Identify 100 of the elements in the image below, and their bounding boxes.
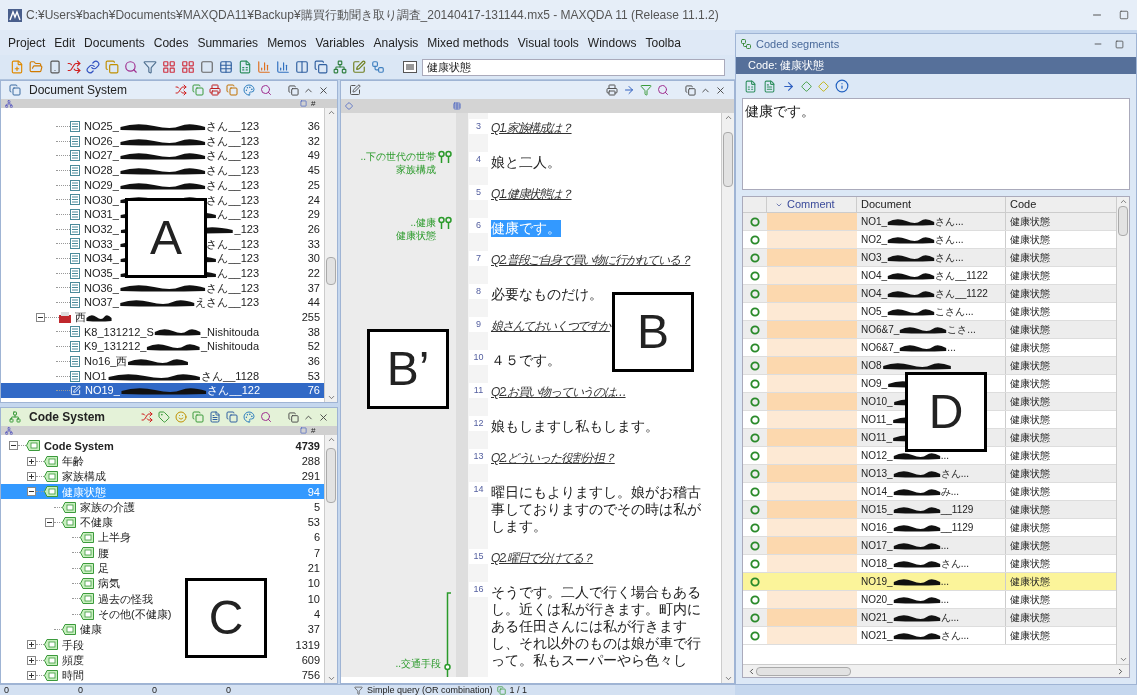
table-cell-text: 健康状態 (1009, 557, 1051, 571)
document-name-end: えさん__123 (195, 295, 259, 311)
count-cell-text: 30 (306, 251, 321, 267)
answer-text: そうです。二人で行く場合もあるし。近くは私が行きます。町内にある任田さんには私が行きますし、それ以外のものは娘が車で行って。私もスーパーやら色々し (491, 584, 702, 669)
table-cell-text: 健康状態 (1009, 413, 1051, 427)
document-name-end: _Nishitouda (200, 324, 259, 340)
question-text: Q1.家族構成は？ (491, 121, 572, 135)
count-cell-text: 32 (306, 133, 321, 149)
counter-label: 0 (4, 685, 10, 695)
table-cell-text: 健康状態 (1009, 593, 1051, 607)
count-cell-text: 36 (306, 354, 321, 370)
table-cell-text: 健康状態 (1009, 359, 1051, 373)
table-cell-text: NO21_ (861, 629, 893, 643)
counter-label: 0 (78, 685, 84, 695)
table-cell-text: 健康状態 (1009, 431, 1051, 445)
paragraph-number: 4 (469, 152, 488, 167)
table-cell-text: __1129 (940, 503, 974, 517)
count-cell-text: 38 (306, 324, 321, 340)
count-cell-text: 45 (306, 163, 321, 179)
document-name-end: さん__123 (206, 192, 259, 208)
subcode-label: ..健康 (410, 216, 436, 229)
table-cell-text: NO13_ (861, 467, 893, 481)
count-cell-text: 4739 (294, 438, 321, 454)
count-cell-text: 255 (300, 310, 321, 326)
table-cell-text: NO16_ (861, 521, 893, 535)
paragraph-number: 5 (469, 185, 488, 200)
window-title: C:¥Users¥bach¥Documents¥MAXQDA11¥Backup¥購買行動聞き取り調査_20140417-131144.mx5 - MAXQDA 11 (Release 11.1.2) (26, 7, 719, 24)
table-cell-text: ... (940, 575, 950, 589)
table-cell-text: NO17_ (861, 539, 893, 553)
query-label: Simple query (OR combination) (367, 685, 493, 695)
paragraph-number: 8 (469, 284, 488, 299)
question-text: Q2.お買い物っていうのは… (491, 385, 626, 399)
code-name: 病気 (98, 576, 120, 592)
document-name: NO30_ (84, 192, 119, 208)
document-name-end: ん__123 (217, 265, 259, 281)
document-name-end: _Nishitouda (200, 339, 259, 355)
count-cell-text: 10 (306, 591, 321, 607)
document-name-end: さん__1128 (201, 368, 259, 384)
table-cell-text: ... (940, 539, 950, 553)
panel-title: Document System (29, 82, 128, 99)
count-cell-text: 6 (312, 530, 321, 546)
count-cell-text: 22 (306, 265, 321, 281)
selected-text: 健康です。 (491, 220, 561, 237)
document-name: K8_131212_S (84, 324, 154, 340)
count-cell-text: 53 (306, 368, 321, 384)
table-cell-text: 健康状態 (1009, 503, 1051, 517)
count-cell-text: 52 (306, 339, 321, 355)
paragraph-number: 11 (469, 383, 488, 398)
document-name-end: ん__123 (217, 207, 259, 223)
document-name-end: さん__123 (206, 236, 259, 252)
document-name-end: _123 (234, 221, 259, 237)
table-cell-text: ん... (940, 611, 960, 625)
table-cell-text: NO4_ (861, 269, 888, 283)
code-name: 足 (98, 561, 109, 577)
document-name: NO35_ (84, 265, 119, 281)
subcode-label: ..交通手段 (395, 657, 441, 671)
table-cell-text: NO19_ (861, 575, 893, 589)
count-cell-text: 609 (300, 652, 321, 668)
code-name: 健康 (80, 622, 102, 638)
counter-label: 0 (226, 685, 232, 695)
document-name: NO1 (84, 368, 107, 384)
table-cell-text: NO12_ (861, 449, 893, 463)
table-cell-text: さん... (935, 233, 964, 247)
table-cell-text: NO1_ (861, 215, 888, 229)
document-name-end: さん__123 (206, 133, 259, 149)
document-name-end: さん__123 (206, 177, 259, 193)
document-name: K9_131212_ (84, 339, 147, 355)
code-name: 年齢 (62, 453, 84, 469)
panel-title: Code System (29, 409, 106, 427)
paragraph-number: 15 (469, 549, 488, 564)
document-name: NO29_ (84, 177, 119, 193)
set-name: 西 (75, 310, 86, 326)
count-cell-text: 25 (306, 177, 321, 193)
table-cell-text: 健康状態 (1009, 269, 1051, 283)
answer-text: 曜日にもよりますし。娘がお稽古事しておりますのでその時は私がします。 (491, 484, 702, 535)
answer-text: 娘もしますし私もします。 (491, 418, 659, 435)
count-cell-text: 94 (306, 484, 321, 500)
table-cell-text: こさ... (947, 323, 976, 337)
table-cell-text: さん... (940, 467, 970, 481)
table-cell-text: さん... (935, 251, 964, 265)
document-name: NO37_ (84, 295, 119, 311)
paragraph-number: 10 (469, 350, 488, 365)
document-name: NO19_ (85, 383, 120, 399)
question-text: 娘さんておいくつですか (491, 319, 610, 333)
question-text: Q2.曜日で分けてる？ (491, 551, 594, 565)
count-cell-text: 44 (306, 295, 321, 311)
document-name: NO34_ (84, 251, 119, 267)
table-cell-text: 健康状態 (1009, 629, 1051, 643)
paragraph-number: 14 (469, 482, 488, 497)
paragraph-number: 7 (469, 251, 488, 266)
code-name: 手段 (62, 637, 84, 653)
counter-label: 0 (152, 685, 158, 695)
count-cell-text: 1319 (294, 637, 321, 653)
table-cell-text: さん... (940, 557, 970, 571)
annotation-overlay: D (905, 372, 987, 452)
table-cell-text: 健康状態 (1009, 341, 1051, 355)
count-cell-text: 49 (306, 148, 321, 164)
question-text: Q1.健康状態は？ (491, 187, 572, 201)
code-name: Code System (44, 438, 114, 454)
table-cell-text: 健康状態 (1009, 233, 1051, 247)
